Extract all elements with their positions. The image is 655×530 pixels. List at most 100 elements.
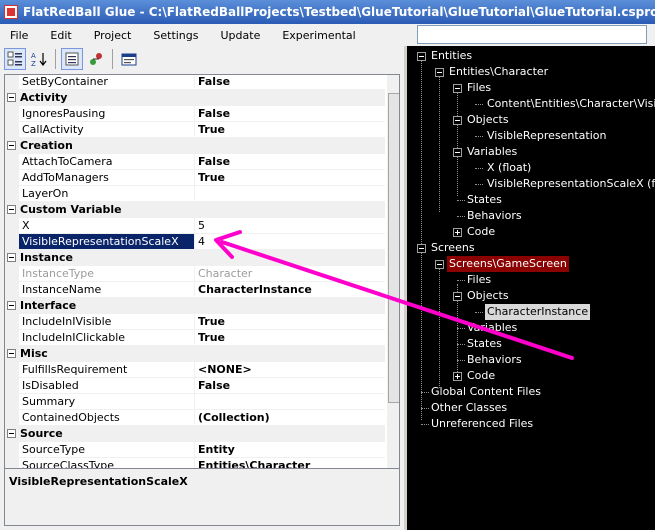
tree-node-object[interactable]: VisibleRepresentation	[407, 128, 655, 144]
tree-node-objects[interactable]: Objects	[407, 288, 655, 304]
tree-node-label[interactable]: Other Classes	[429, 400, 509, 416]
collapse-icon[interactable]	[435, 260, 444, 269]
property-row[interactable]: AttachToCamera False	[5, 154, 385, 170]
tree-node-label[interactable]: Code	[465, 224, 497, 240]
collapse-icon[interactable]	[453, 84, 462, 93]
tree-node-entities[interactable]: Entities	[407, 48, 655, 64]
categorized-button[interactable]	[4, 48, 26, 70]
menu-settings[interactable]: Settings	[153, 29, 198, 42]
tree-node-file[interactable]: Content\Entities\Character\VisibleRepres…	[407, 96, 655, 112]
property-row[interactable]: SetByContainer False	[5, 75, 385, 90]
collapse-icon[interactable]	[417, 244, 426, 253]
tree-node-label[interactable]: VisibleRepresentationScaleX (float)	[485, 176, 655, 192]
property-value[interactable]: 5	[195, 218, 385, 233]
tree-node-states[interactable]: States	[407, 336, 655, 352]
collapse-icon[interactable]	[453, 148, 462, 157]
tree-node-label[interactable]: CharacterInstance	[485, 304, 591, 320]
properties-button[interactable]	[61, 48, 83, 70]
collapse-icon[interactable]	[453, 292, 462, 301]
tree-node-label[interactable]: Screens	[429, 240, 477, 256]
tree-node-variable[interactable]: VisibleRepresentationScaleX (float)	[407, 176, 655, 192]
tree-node-files[interactable]: Files	[407, 272, 655, 288]
category-instance[interactable]: Instance	[5, 250, 385, 266]
property-value[interactable]	[195, 394, 385, 409]
events-button[interactable]	[85, 48, 107, 70]
scrollbar-thumb[interactable]	[388, 93, 399, 403]
property-value[interactable]: False	[195, 378, 385, 393]
property-row[interactable]: IncludeInIClickable True	[5, 330, 385, 346]
property-row[interactable]: X5	[5, 218, 385, 234]
tree-node-label[interactable]: Screens\GameScreen	[447, 256, 569, 272]
alphabetical-button[interactable]: AZ	[28, 48, 50, 70]
tree-node-label[interactable]: Behaviors	[465, 352, 524, 368]
tree-node-code[interactable]: Code	[407, 368, 655, 384]
property-row[interactable]: InstanceType Character	[5, 266, 385, 282]
property-row[interactable]: CallActivity True	[5, 122, 385, 138]
tree-node-variables[interactable]: Variables	[407, 320, 655, 336]
tree-node-label[interactable]: X (float)	[485, 160, 533, 176]
tree-node-label[interactable]: Unreferenced Files	[429, 416, 535, 432]
property-value[interactable]: True	[195, 122, 385, 137]
menu-edit[interactable]: Edit	[50, 29, 71, 42]
tree-node-global-content[interactable]: Global Content Files	[407, 384, 655, 400]
collapse-icon[interactable]	[7, 349, 16, 358]
tree-node-character-instance[interactable]: CharacterInstance	[407, 304, 655, 320]
collapse-icon[interactable]	[7, 141, 16, 150]
tree-node-screens[interactable]: Screens	[407, 240, 655, 256]
category-source[interactable]: Source	[5, 426, 385, 442]
tree-node-states[interactable]: States	[407, 192, 655, 208]
expand-icon[interactable]	[453, 372, 462, 381]
property-value[interactable]: <NONE>	[195, 362, 385, 377]
tree-node-label[interactable]: Entities	[429, 48, 474, 64]
tree-node-game-screen[interactable]: Screens\GameScreen	[407, 256, 655, 272]
tree-node-label[interactable]: Code	[465, 368, 497, 384]
property-value[interactable]: Entity	[195, 442, 385, 457]
property-value[interactable]: True	[195, 314, 385, 329]
property-grid[interactable]: SetByContainer False Activity IgnoresPau…	[4, 74, 400, 474]
collapse-icon[interactable]	[417, 52, 426, 61]
tree-node-label[interactable]: VisibleRepresentation	[485, 128, 608, 144]
collapse-icon[interactable]	[7, 429, 16, 438]
tree-node-label[interactable]: Objects	[465, 288, 511, 304]
tree-node-label[interactable]: Objects	[465, 112, 511, 128]
category-misc[interactable]: Misc	[5, 346, 385, 362]
property-row[interactable]: SourceType Entity	[5, 442, 385, 458]
property-value[interactable]: (Collection)	[195, 410, 385, 425]
menu-file[interactable]: File	[10, 29, 28, 42]
category-custom-variable[interactable]: Custom Variable	[5, 202, 385, 218]
property-row[interactable]: IncludeInIVisible True	[5, 314, 385, 330]
collapse-icon[interactable]	[7, 205, 16, 214]
property-value[interactable]: False	[195, 106, 385, 121]
menu-project[interactable]: Project	[94, 29, 132, 42]
menu-update[interactable]: Update	[221, 29, 261, 42]
tree-node-variable[interactable]: X (float)	[407, 160, 655, 176]
tree-node-label[interactable]: Behaviors	[465, 208, 524, 224]
project-tree[interactable]: Entities Entities\Character Files Conten…	[407, 46, 655, 530]
tree-node-label[interactable]: States	[465, 192, 504, 208]
collapse-icon[interactable]	[7, 301, 16, 310]
property-row[interactable]: LayerOn	[5, 186, 385, 202]
property-value[interactable]: CharacterInstance	[195, 282, 385, 297]
tree-node-label[interactable]: States	[465, 336, 504, 352]
tree-node-objects[interactable]: Objects	[407, 112, 655, 128]
tree-node-label[interactable]: Files	[465, 80, 493, 96]
tree-node-label[interactable]: Variables	[465, 144, 519, 160]
expand-icon[interactable]	[453, 228, 462, 237]
tree-node-behaviors[interactable]: Behaviors	[407, 352, 655, 368]
tree-node-other-classes[interactable]: Other Classes	[407, 400, 655, 416]
collapse-icon[interactable]	[435, 68, 444, 77]
tree-node-variables[interactable]: Variables	[407, 144, 655, 160]
property-row[interactable]: AddToManagers True	[5, 170, 385, 186]
tree-node-code[interactable]: Code	[407, 224, 655, 240]
property-value[interactable]	[195, 186, 385, 201]
property-row[interactable]: InstanceName CharacterInstance	[5, 282, 385, 298]
collapse-icon[interactable]	[7, 93, 16, 102]
collapse-icon[interactable]	[453, 116, 462, 125]
collapse-icon[interactable]	[7, 253, 16, 262]
tree-node-unreferenced[interactable]: Unreferenced Files	[407, 416, 655, 432]
property-value[interactable]: False	[195, 75, 385, 89]
property-value[interactable]: True	[195, 170, 385, 185]
category-interface[interactable]: Interface	[5, 298, 385, 314]
category-creation[interactable]: Creation	[5, 138, 385, 154]
property-row[interactable]: ContainedObjects (Collection)	[5, 410, 385, 426]
